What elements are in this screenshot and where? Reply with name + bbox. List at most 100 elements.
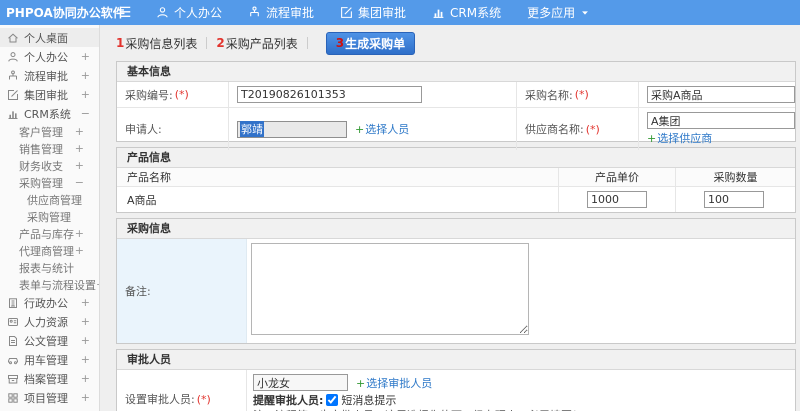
main-content: 1 采购信息列表 2 采购产品列表 3 生成采购单 基本信息 采购编号:(*) [100,25,800,411]
expand-icon[interactable]: + [75,244,84,257]
sidebar-item-label: 采购管理 [19,176,63,190]
sidebar-item-label: 公文管理 [24,334,68,348]
sidebar-item-supplier-mgmt[interactable]: 供应商管理 [0,191,99,208]
purchase-no-input[interactable] [237,86,422,103]
nav-group-approval[interactable]: 集团审批 [340,4,406,21]
set-approver-label: 设置审批人员: (*) [117,370,247,411]
sidebar-item-customer-mgmt[interactable]: 客户管理 + [0,123,99,140]
sidebar-item-personal-office[interactable]: 个人办公 + [0,47,99,66]
flow-icon [7,70,19,82]
purchase-info-title: 采购信息 [117,219,795,239]
select-person-link[interactable]: +选择人员 [355,121,409,137]
expand-icon[interactable]: + [81,296,90,309]
id-card-icon [7,316,19,328]
expand-icon[interactable]: + [81,88,90,101]
sidebar-item-label: 表单与流程设置 [19,278,96,292]
col-quantity: 采购数量 [675,168,795,186]
building-icon [7,297,19,309]
chart-icon [7,108,19,120]
sidebar-item-group-approval[interactable]: 集团审批 + [0,85,99,104]
applicant-input[interactable]: 郭靖 [237,120,347,138]
nav-more-apps[interactable]: 更多应用 [527,4,590,21]
supplier-name-input[interactable] [647,112,795,129]
sms-checkbox[interactable] [326,394,339,406]
sidebar-item-admin-office[interactable]: 行政办公 + [0,293,99,312]
purchase-name-input[interactable] [647,86,795,103]
sidebar-item-crm-system[interactable]: CRM系统 − [0,104,99,123]
caret-down-icon [580,8,590,18]
sidebar-item-archive-mgmt[interactable]: 档案管理 + [0,369,99,388]
sidebar-item-finance[interactable]: 财务收支 + [0,157,99,174]
sidebar-item-label: 行政办公 [24,296,68,310]
tab-label: 生成采购单 [345,36,406,51]
sidebar-item-label: 代理商管理 [19,244,74,258]
remark-textarea[interactable] [251,243,529,335]
select-approver-link[interactable]: +选择审批人员 [356,375,432,391]
expand-icon[interactable]: + [81,50,90,63]
product-info-section: 产品信息 产品名称 产品单价 采购数量 A商品 [116,147,796,213]
remark-label: 备注: [117,239,247,343]
nav-flow-approval[interactable]: 流程审批 [248,4,314,21]
sidebar-item-vehicle-mgmt[interactable]: 用车管理 + [0,350,99,369]
expand-icon[interactable]: + [75,142,84,155]
select-supplier-link[interactable]: +选择供应商 [647,130,712,146]
sidebar-item-agent-mgmt[interactable]: 代理商管理 + [0,242,99,259]
flow-icon [248,6,261,19]
expand-icon[interactable]: + [81,69,90,82]
collapse-icon[interactable]: − [81,107,90,120]
sidebar-item-label: 供应商管理 [27,193,82,207]
tab-divider [306,37,308,49]
doc-icon [7,335,19,347]
sidebar-item-sales-mgmt[interactable]: 销售管理 + [0,140,99,157]
topbar: PHPOA协同办公软件 ☰ 个人办公 流程审批 集团审批 CRM系统 更多应用 [0,0,800,25]
sidebar-item-project-mgmt[interactable]: 项目管理 + [0,388,99,407]
expand-icon[interactable]: + [81,372,90,385]
tab-purchase-product-list[interactable]: 2 采购产品列表 [216,35,297,52]
car-icon [7,354,19,366]
sidebar-item-label: 个人桌面 [24,31,68,45]
applicant-value: 郭靖 [240,121,264,137]
approver-input[interactable] [253,374,348,391]
collapse-icon[interactable]: − [75,176,84,189]
sidebar-item-label: 集团审批 [24,88,68,102]
sidebar-item-reports[interactable]: 报表与统计 [0,259,99,276]
expand-icon[interactable]: + [81,353,90,366]
expand-icon[interactable]: + [81,315,90,328]
sidebar-item-label: 项目管理 [24,391,68,405]
sidebar-item-form-flow-setup[interactable]: 表单与流程设置+ [0,276,99,293]
expand-icon[interactable]: + [75,125,84,138]
nav-crm-system[interactable]: CRM系统 [432,4,501,21]
sidebar-item-document-mgmt[interactable]: 公文管理 + [0,331,99,350]
sidebar-item-purchase-mgmt-sub[interactable]: 采购管理 [0,208,99,225]
sidebar-item-product-stock[interactable]: 产品与库存 + [0,225,99,242]
expand-icon[interactable]: + [81,334,90,347]
top-nav: 个人办公 流程审批 集团审批 CRM系统 更多应用 [156,4,590,21]
chart-icon [432,6,445,19]
sidebar-item-label: 报表与统计 [19,261,74,275]
product-price-input[interactable] [587,191,647,208]
tab-label: 采购信息列表 [125,36,198,51]
product-name-cell: A商品 [127,193,157,207]
plus-icon: + [355,123,365,136]
expand-icon[interactable]: + [75,227,84,240]
sidebar-item-label: 流程审批 [24,69,68,83]
product-qty-input[interactable] [704,191,764,208]
purchase-no-label: 采购编号: (*) [117,82,229,107]
tab-generate-purchase-order[interactable]: 3 生成采购单 [325,31,416,55]
home-icon [7,32,19,44]
tab-purchase-info-list[interactable]: 1 采购信息列表 [116,35,197,52]
remind-approver-label: 提醒审批人员: [253,394,324,407]
sidebar-item-label: 人力资源 [24,315,68,329]
purchase-order-form: 基本信息 采购编号:(*) 采购名称:(*) [116,61,796,411]
sidebar-item-hr[interactable]: 人力资源 + [0,312,99,331]
sidebar-item-purchase-mgmt[interactable]: 采购管理 − [0,174,99,191]
sidebar-item-flow-approval[interactable]: 流程审批 + [0,66,99,85]
menu-toggle-icon[interactable]: ☰ [108,5,142,21]
sidebar-item-personal-desktop[interactable]: 个人桌面 [0,28,99,47]
nav-personal-office[interactable]: 个人办公 [156,4,222,21]
nav-item-label: 更多应用 [527,6,576,20]
expand-icon[interactable]: + [75,159,84,172]
expand-icon[interactable]: + [81,391,90,404]
sidebar-item-label: CRM系统 [24,107,71,121]
supplier-name-label: 供应商名称: (*) [517,108,639,150]
